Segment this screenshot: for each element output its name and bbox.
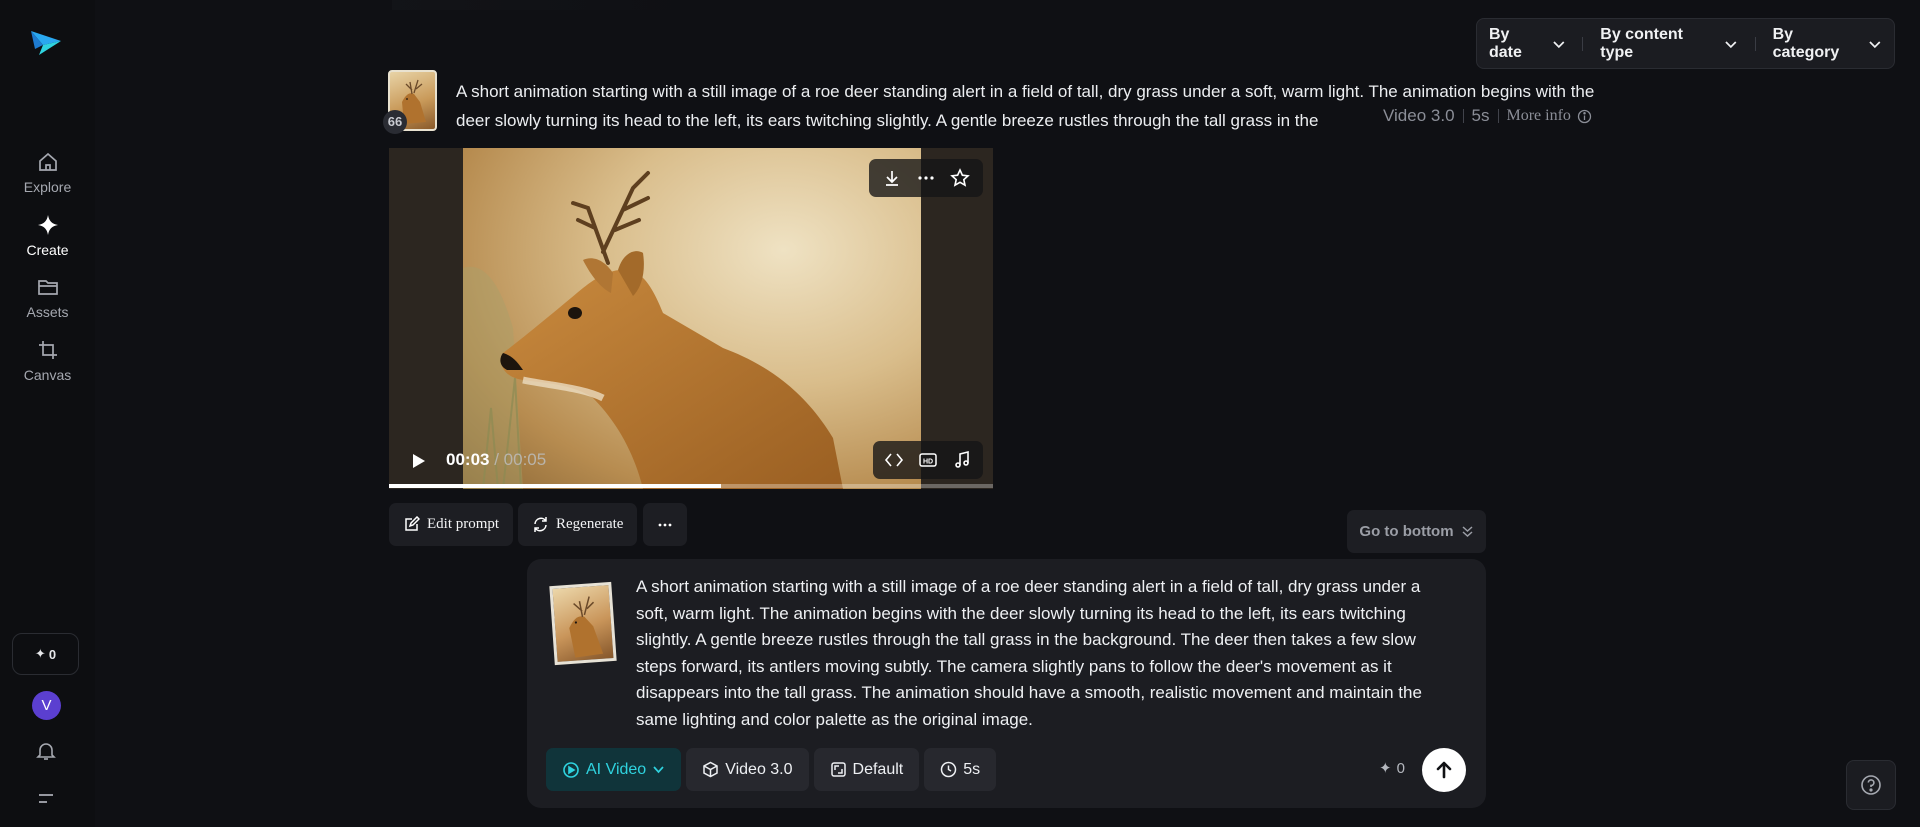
previous-item-edge xyxy=(392,0,692,10)
deer-image xyxy=(569,596,604,658)
prompt-composer: A short animation starting with a still … xyxy=(527,559,1486,808)
time-separator: / xyxy=(489,450,504,469)
prompt-fade xyxy=(1330,105,1386,133)
music-icon[interactable] xyxy=(952,450,972,470)
model-label: Video 3.0 xyxy=(725,760,793,778)
model-label: Video 3.0 xyxy=(1383,106,1455,125)
help-button[interactable] xyxy=(1846,760,1896,810)
chevron-down-icon xyxy=(1725,40,1737,48)
player-top-toolbar xyxy=(869,159,983,197)
play-icon[interactable] xyxy=(407,450,429,472)
code-brackets-icon[interactable] xyxy=(884,450,904,470)
duration-selector[interactable]: 5s xyxy=(924,748,997,791)
filter-bar: By date By content type By category xyxy=(1476,18,1895,69)
chevron-down-icon xyxy=(1552,40,1564,48)
video-player[interactable]: 00:03 / 00:05 HD xyxy=(389,148,993,489)
go-to-bottom-button[interactable]: Go to bottom xyxy=(1347,510,1486,553)
bell-icon[interactable] xyxy=(35,740,57,762)
generation-cost: ✦ 0 xyxy=(1379,759,1405,778)
svg-text:HD: HD xyxy=(923,459,933,466)
cube-icon xyxy=(703,761,718,778)
app-logo[interactable] xyxy=(29,27,63,57)
sparkle-small-icon: ✦ xyxy=(34,646,46,661)
deer-video-frame xyxy=(463,171,843,489)
hd-icon[interactable]: HD xyxy=(918,450,938,470)
divider xyxy=(1582,36,1584,51)
credits-balance[interactable]: ✦ 0 xyxy=(12,633,79,675)
regenerate-button[interactable]: Regenerate xyxy=(518,503,638,546)
filter-by-category[interactable]: By category xyxy=(1773,26,1882,62)
generation-meta: Video 3.0 5s More info xyxy=(1383,106,1592,126)
more-actions-button[interactable] xyxy=(643,503,687,546)
progress-bar[interactable] xyxy=(389,484,993,488)
playback-time: 00:03 / 00:05 xyxy=(446,450,546,470)
reference-image-thumbnail[interactable] xyxy=(549,581,617,666)
filter-by-content-type[interactable]: By content type xyxy=(1600,26,1737,62)
chevron-down-icon xyxy=(1869,40,1881,48)
chevron-down-icon xyxy=(653,766,664,774)
quote-icon: 66 xyxy=(383,110,407,134)
more-info-label: More info xyxy=(1506,107,1571,124)
clock-icon xyxy=(940,761,957,778)
player-bottom-toolbar: HD xyxy=(873,441,983,479)
duration-label: 5s xyxy=(1471,106,1490,125)
download-icon[interactable] xyxy=(882,168,902,188)
sparkle-icon xyxy=(37,215,58,235)
filter-label: By category xyxy=(1772,25,1840,61)
credits-count: 0 xyxy=(48,646,57,662)
divider xyxy=(1497,109,1499,123)
prompt-input[interactable]: A short animation starting with a still … xyxy=(636,574,1456,733)
divider xyxy=(1462,109,1464,123)
divider xyxy=(1754,36,1756,51)
sidebar-item-label: Create xyxy=(26,242,69,258)
sidebar-item-label: Assets xyxy=(26,304,69,320)
duration-label: 5s xyxy=(963,760,981,778)
avatar[interactable]: V xyxy=(32,691,61,720)
total-time: 00:05 xyxy=(503,450,547,469)
more-info-link[interactable]: More info xyxy=(1507,107,1592,125)
sparkle-small-icon: ✦ xyxy=(1379,760,1392,777)
sidebar-item-assets[interactable]: Assets xyxy=(0,275,95,320)
refresh-icon xyxy=(534,517,547,532)
edit-prompt-button[interactable]: Edit prompt xyxy=(389,503,514,546)
video-frame xyxy=(463,148,921,489)
progress-fill xyxy=(389,484,722,488)
model-selector[interactable]: Video 3.0 xyxy=(686,748,809,791)
info-icon xyxy=(1577,109,1592,123)
regenerate-label: Regenerate xyxy=(556,516,624,532)
more-horizontal-icon xyxy=(658,523,672,526)
edit-icon xyxy=(405,516,420,531)
sidebar: Explore Create Assets Canvas ✦ 0 V xyxy=(0,0,95,827)
aspect-label: Default xyxy=(852,760,904,778)
crop-icon xyxy=(38,341,57,359)
mode-selector[interactable]: AI Video xyxy=(546,748,682,791)
menu-icon[interactable] xyxy=(37,790,55,808)
sidebar-item-canvas[interactable]: Canvas xyxy=(0,338,95,383)
current-time: 00:03 xyxy=(446,450,490,469)
star-icon[interactable] xyxy=(950,168,970,188)
folder-icon xyxy=(37,280,58,295)
go-to-bottom-label: Go to bottom xyxy=(1359,523,1454,540)
filter-by-date[interactable]: By date xyxy=(1489,26,1565,62)
composer-options: AI Video Video 3.0 Default 5s xyxy=(546,748,997,791)
edit-prompt-label: Edit prompt xyxy=(427,516,500,532)
arrow-up-icon xyxy=(1436,761,1452,779)
sidebar-item-label: Canvas xyxy=(23,367,72,383)
cost-value: 0 xyxy=(1396,759,1405,777)
double-chevron-down-icon xyxy=(1462,526,1473,538)
question-icon xyxy=(1861,775,1881,795)
aspect-ratio-icon xyxy=(830,762,846,777)
filter-label: By date xyxy=(1489,25,1522,61)
more-horizontal-icon[interactable] xyxy=(916,168,936,188)
mode-label: AI Video xyxy=(586,760,647,778)
filter-label: By content type xyxy=(1600,25,1683,61)
sidebar-item-create[interactable]: Create xyxy=(0,213,95,258)
sidebar-item-label: Explore xyxy=(23,179,72,195)
submit-button[interactable] xyxy=(1422,748,1466,792)
aspect-selector[interactable]: Default xyxy=(813,748,920,791)
ai-video-icon xyxy=(563,761,579,778)
home-icon xyxy=(38,152,57,171)
sidebar-item-explore[interactable]: Explore xyxy=(0,150,95,195)
